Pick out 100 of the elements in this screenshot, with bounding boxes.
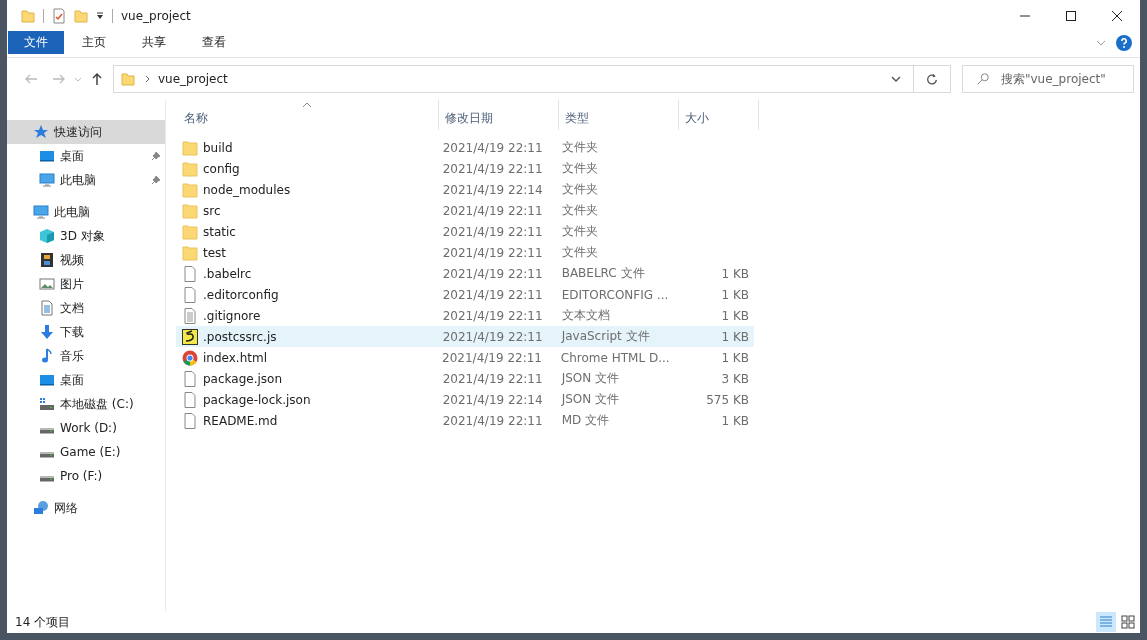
date-cell-text: 2021/4/19 22:11 (441, 203, 544, 218)
sidebar-item[interactable]: 桌面 (7, 368, 165, 392)
type-cell-text: 文件夹 (560, 139, 599, 156)
sidebar-item[interactable]: 3D 对象 (7, 224, 165, 248)
file-name: build (203, 140, 233, 155)
file-name: package-lock.json (203, 392, 311, 407)
file-row[interactable]: test 2021/4/19 22:11 文件夹 (176, 242, 754, 263)
type-cell-text: Chrome HTML D... (559, 350, 671, 365)
date-cell-text: 2021/4/19 22:11 (441, 245, 544, 260)
column-header[interactable]: 大小 (679, 100, 759, 130)
file-row[interactable]: .gitignore 2021/4/19 22:11 文本文档 1 KB (176, 305, 754, 326)
type-cell-text: 文本文档 (560, 307, 611, 324)
type-cell-text: 文件夹 (560, 160, 599, 177)
browser-icon (182, 349, 198, 366)
search-field[interactable]: 搜索"vue_project" (962, 65, 1134, 93)
size-cell: 3 KB (721, 371, 749, 386)
sidebar-item[interactable]: 快速访问 (7, 120, 165, 144)
file-name: config (203, 161, 240, 176)
sidebar-item[interactable]: 网络 (7, 496, 165, 520)
file-name: .postcssrc.js (203, 329, 277, 344)
column-header[interactable]: 类型 (559, 100, 679, 130)
file-name: index.html (203, 350, 267, 365)
date-cell-text: 2021/4/19 22:11 (441, 413, 544, 428)
history-caret-icon[interactable] (891, 76, 901, 82)
desktop-icon (39, 148, 55, 164)
type-cell-text: 文件夹 (560, 181, 599, 198)
size-cell: 1 KB (721, 329, 749, 344)
sidebar-item[interactable]: Pro (F:) (7, 464, 165, 488)
dropdown-icon[interactable] (96, 11, 104, 20)
file-name: .babelrc (203, 266, 252, 281)
sidebar-item[interactable]: 下载 (7, 320, 165, 344)
file-row[interactable]: index.html 2021/4/19 22:11 Chrome HTML D... 1 KB (176, 347, 754, 368)
file-name: src (203, 203, 221, 218)
desktop-icon (39, 372, 55, 388)
file-icon (182, 391, 198, 408)
file-name: .gitignore (203, 308, 261, 323)
network-icon (33, 500, 49, 516)
address-bar[interactable]: vue_project (113, 65, 951, 93)
date-cell-text: 2021/4/19 22:14 (441, 182, 544, 197)
breadcrumb[interactable]: vue_project (158, 72, 228, 86)
file-name: package.json (203, 371, 282, 386)
pin-icon[interactable] (151, 175, 161, 185)
ribbon-tab[interactable]: 文件 (8, 31, 64, 54)
date-cell-text: 2021/4/19 22:11 (441, 224, 544, 239)
ribbon-tab[interactable]: 主页 (64, 31, 124, 54)
sidebar-item[interactable]: Work (D:) (7, 416, 165, 440)
item-count: 14 个项目 (15, 613, 71, 631)
sidebar-item[interactable]: 视频 (7, 248, 165, 272)
file-icon (182, 370, 198, 387)
sort-icon (302, 102, 312, 108)
type-cell-text: 文件夹 (560, 223, 599, 240)
sidebar-item[interactable]: 此电脑 (7, 200, 165, 224)
sidebar-item[interactable]: 图片 (7, 272, 165, 296)
properties-icon[interactable] (51, 7, 67, 24)
film-icon (39, 252, 55, 268)
size-cell: 1 KB (721, 308, 749, 323)
file-row[interactable]: package-lock.json 2021/4/19 22:14 JSON 文件 575 KB (176, 389, 754, 410)
file-icon (182, 286, 198, 303)
ribbon-tab[interactable]: 共享 (124, 31, 184, 54)
file-icon (182, 412, 198, 429)
size-cell: 1 KB (721, 287, 749, 302)
file-row[interactable]: README.md 2021/4/19 22:11 MD 文件 1 KB (176, 410, 754, 431)
type-cell-text: EDITORCONFIG ... (560, 287, 670, 302)
expand-ribbon-icon[interactable] (1096, 39, 1106, 46)
column-header[interactable]: 名称 (178, 100, 439, 130)
folder-icon (182, 139, 198, 156)
pin-icon[interactable] (151, 151, 161, 161)
type-cell-text: 文件夹 (560, 244, 599, 261)
file-row[interactable]: config 2021/4/19 22:11 文件夹 (176, 158, 754, 179)
column-header[interactable]: 修改日期 (439, 100, 559, 130)
script-file-icon (182, 328, 198, 345)
download-icon (39, 324, 55, 340)
ribbon-tab[interactable]: 查看 (184, 31, 244, 54)
file-row[interactable]: node_modules 2021/4/19 22:14 文件夹 (176, 179, 754, 200)
sidebar-item[interactable]: 本地磁盘 (C:) (7, 392, 165, 416)
file-row[interactable]: .postcssrc.js 2021/4/19 22:11 JavaScript 文件 1 KB (176, 326, 754, 347)
sidebar-item[interactable]: 音乐 (7, 344, 165, 368)
type-cell-text: JavaScript 文件 (560, 328, 651, 345)
system-drive-icon (39, 396, 55, 412)
file-row[interactable]: static 2021/4/19 22:11 文件夹 (176, 221, 754, 242)
file-row[interactable]: .editorconfig 2021/4/19 22:11 EDITORCONFIG ... 1 KB (176, 284, 754, 305)
monitor-icon (33, 204, 49, 220)
sidebar-item[interactable]: 文档 (7, 296, 165, 320)
file-row[interactable]: .babelrc 2021/4/19 22:11 BABELRC 文件 1 KB (176, 263, 754, 284)
recent-caret-icon[interactable] (74, 75, 82, 83)
sidebar-item[interactable]: 桌面 (7, 144, 165, 168)
music-note-icon (39, 348, 55, 364)
type-cell-text: MD 文件 (560, 412, 611, 429)
sidebar-item[interactable]: 此电脑 (7, 168, 165, 192)
file-row[interactable]: package.json 2021/4/19 22:11 JSON 文件 3 KB (176, 368, 754, 389)
help-icon[interactable] (1116, 34, 1132, 51)
thumbnail-view-icon[interactable] (1118, 612, 1138, 632)
size-cell: 1 KB (721, 266, 749, 281)
file-row[interactable]: build 2021/4/19 22:11 文件夹 (176, 137, 754, 158)
date-cell-text: 2021/4/19 22:11 (441, 329, 544, 344)
chevron-icon[interactable] (145, 75, 151, 83)
folder-icon (182, 202, 198, 219)
sidebar-item[interactable]: Game (E:) (7, 440, 165, 464)
file-row[interactable]: src 2021/4/19 22:11 文件夹 (176, 200, 754, 221)
date-cell-text: 2021/4/19 22:11 (441, 140, 544, 155)
